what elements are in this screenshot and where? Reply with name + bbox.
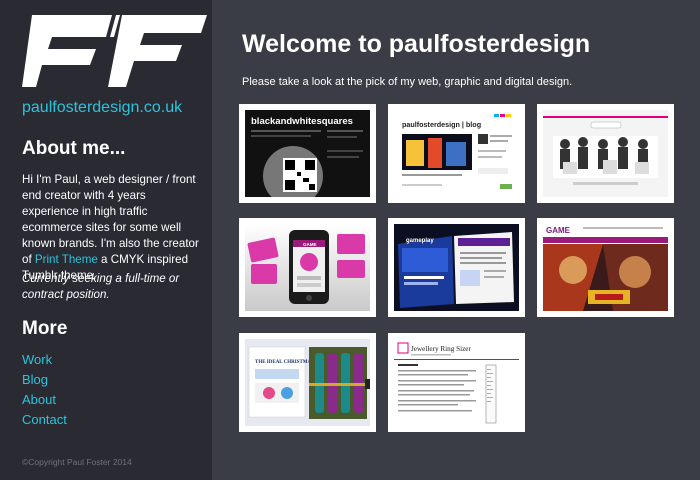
thumb-screenshot-image: GAME [245, 224, 370, 311]
portfolio-thumb-jewellery-ring-sizer[interactable]: Jewellery Ring Sizer [388, 333, 525, 432]
more-heading: More [22, 318, 68, 339]
thumb-screenshot-image: Jewellery Ring Sizer [394, 339, 519, 426]
portfolio-thumb-blog[interactable]: paulfosterdesign | blog [388, 104, 525, 203]
nav-work-link[interactable]: Work [22, 350, 67, 370]
thumb-screenshot-image: gameplay [394, 224, 519, 311]
print-theme-link[interactable]: Print Theme [35, 253, 98, 266]
thumb-title: paulfosterdesign | blog [402, 120, 481, 129]
thumb-title: blackandwhitesquares [251, 116, 353, 127]
thumb-title: Jewellery Ring Sizer [411, 345, 471, 353]
portfolio-thumb-game-iphone[interactable]: GAME [239, 218, 376, 317]
portfolio-thumb-gameplay[interactable]: gameplay [388, 218, 525, 317]
thumb-title: GAME [303, 242, 317, 247]
seeking-note: Currently seeking a full-time or contrac… [22, 272, 180, 301]
thumb-title: gameplay [406, 238, 434, 244]
sidebar: paulfosterdesign.co.uk About me... Hi I'… [0, 0, 212, 480]
nav-contact-link[interactable]: Contact [22, 410, 67, 430]
more-nav: Work Blog About Contact [22, 350, 67, 430]
portfolio-thumb-christmas-cracker[interactable]: THE IDEAL CHRISTMAS CRACKER [239, 333, 376, 432]
pf-logo[interactable] [22, 15, 207, 87]
about-heading: About me... [22, 138, 126, 159]
portfolio-thumb-retail-landing[interactable] [537, 104, 674, 203]
intro-text: Please take a look at the pick of my web… [242, 76, 573, 88]
site-home-link[interactable]: paulfosterdesign.co.uk [22, 99, 182, 117]
copyright: ©Copyright Paul Foster 2014 [22, 457, 132, 467]
thumb-screenshot-image: GAME [543, 224, 668, 311]
nav-about-link[interactable]: About [22, 390, 67, 410]
thumb-screenshot-image: blackandwhitesquares [245, 110, 370, 197]
portfolio-thumb-blackandwhitesquares[interactable]: blackandwhitesquares [239, 104, 376, 203]
thumb-screenshot-image: THE IDEAL CHRISTMAS CRACKER [245, 339, 370, 426]
thumb-screenshot-image: paulfosterdesign | blog [394, 110, 519, 197]
thumb-screenshot-image [543, 110, 668, 197]
about-text: Hi I'm Paul, a web designer / front end … [22, 172, 204, 284]
nav-blog-link[interactable]: Blog [22, 370, 67, 390]
portfolio-thumb-game-store[interactable]: GAME [537, 218, 674, 317]
thumb-title: GAME [546, 226, 571, 235]
page-title: Welcome to paulfosterdesign [242, 30, 591, 58]
